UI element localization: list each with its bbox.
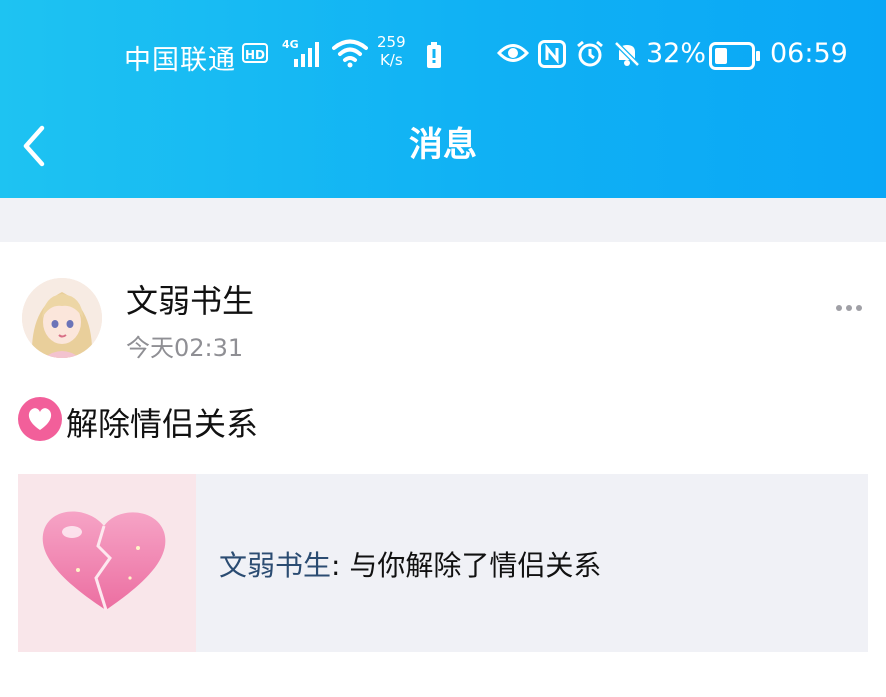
network-speed: 259 K/s bbox=[377, 33, 406, 69]
more-dots-icon bbox=[856, 305, 862, 311]
battery-icon bbox=[709, 42, 761, 74]
notice-separator: : bbox=[331, 549, 350, 582]
page-title: 消息 bbox=[409, 125, 477, 165]
status-bar: 中国联通 HD 4G 259 K/s 32% 06:59 bbox=[0, 0, 886, 112]
notice-message: 与你解除了情侣关系 bbox=[349, 549, 602, 582]
message-card: 文弱书生 今天02:31 解除情侣关系 文弱书生: 与你解除了情侣关系 bbox=[0, 242, 886, 697]
wifi-icon bbox=[332, 38, 368, 72]
notice-text: 文弱书生: 与你解除了情侣关系 bbox=[219, 544, 601, 584]
notice-sender-link[interactable]: 文弱书生 bbox=[219, 549, 331, 582]
speed-unit: K/s bbox=[379, 51, 403, 69]
nfc-icon bbox=[538, 40, 566, 72]
alarm-icon bbox=[576, 40, 604, 72]
message-timestamp: 今天02:31 bbox=[126, 334, 244, 362]
clock: 06:59 bbox=[770, 38, 848, 69]
app-header: 中国联通 HD 4G 259 K/s 32% 06:59 消息 bbox=[0, 0, 886, 198]
more-dots-icon bbox=[836, 305, 842, 311]
breakup-notice[interactable]: 文弱书生: 与你解除了情侣关系 bbox=[18, 474, 868, 652]
mute-icon bbox=[613, 40, 641, 72]
message-headline: 解除情侣关系 bbox=[66, 405, 259, 443]
speed-value: 259 bbox=[377, 33, 406, 51]
eye-icon bbox=[496, 42, 530, 68]
broken-heart-icon bbox=[18, 474, 196, 652]
battery-warning-icon bbox=[426, 42, 442, 72]
hd-badge: HD bbox=[242, 43, 268, 63]
avatar[interactable] bbox=[22, 278, 102, 358]
heart-icon bbox=[18, 397, 62, 441]
carrier-label: 中国联通 bbox=[124, 45, 236, 76]
more-dots-icon bbox=[846, 305, 852, 311]
signal-icon bbox=[294, 41, 324, 71]
more-options-button[interactable] bbox=[836, 296, 876, 320]
battery-percent: 32% bbox=[646, 38, 707, 69]
sender-name[interactable]: 文弱书生 bbox=[126, 276, 254, 322]
